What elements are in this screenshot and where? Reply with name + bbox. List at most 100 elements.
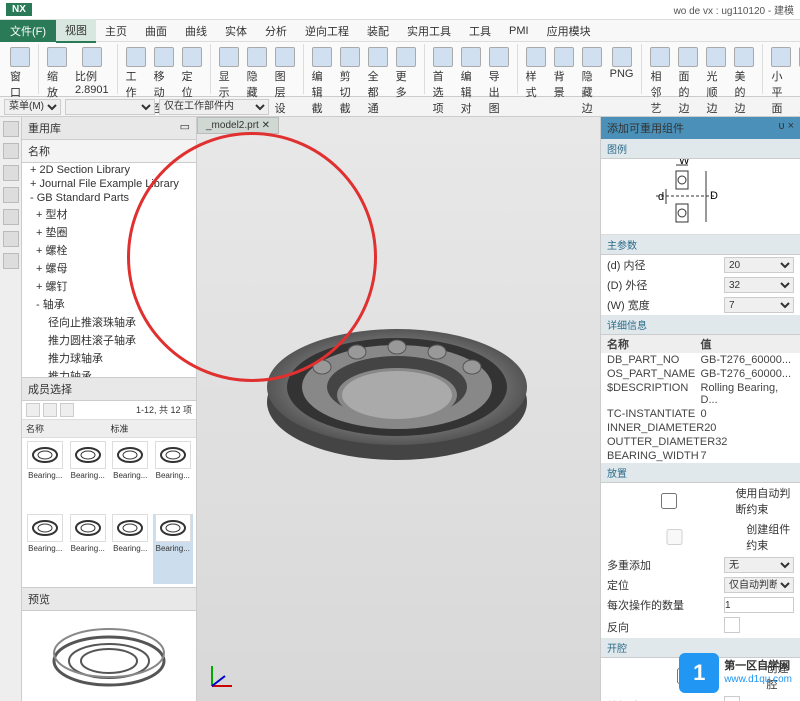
qicon-2[interactable] (56, 4, 68, 16)
member-item[interactable]: Bearing... (25, 441, 66, 512)
tree-item[interactable]: + 2D Section Library (22, 163, 196, 177)
menu-bar: 文件(F) 视图 主页 曲面 曲线 实体 分析 逆向工程 装配 实用工具 工具 … (0, 20, 800, 42)
ribbon-窗口[interactable]: 窗口 (8, 46, 32, 101)
rail-icon-7[interactable] (3, 253, 19, 269)
tab-home[interactable]: 主页 (96, 20, 136, 42)
ribbon-背景[interactable]: 背景 (552, 46, 576, 101)
library-tree[interactable]: + 2D Section Library+ Journal File Examp… (22, 163, 196, 378)
ribbon-隐藏边[interactable]: 隐藏边 (580, 46, 604, 117)
preview-header: 预览 (22, 587, 196, 611)
section-main-params[interactable]: 主参数 (601, 235, 800, 255)
member-item[interactable]: Bearing... (110, 514, 151, 585)
rail-icon-5[interactable] (3, 209, 19, 225)
panel-close-icon[interactable]: ▭ (180, 120, 190, 136)
tree-item[interactable]: 推力轴承 (22, 367, 196, 378)
menu-dropdown[interactable]: 菜单(M) (4, 99, 61, 115)
tab-reverse[interactable]: 逆向工程 (296, 20, 358, 42)
edit-cavity-button[interactable] (724, 696, 740, 701)
axis-triad-icon (207, 661, 237, 691)
rail-icon-3[interactable] (3, 165, 19, 181)
tree-item[interactable]: + 螺钉 (22, 277, 196, 295)
param-label: (W) 宽度 (607, 297, 724, 313)
ribbon-隐藏[interactable]: 隐藏 (245, 46, 269, 101)
multi-add-label: 多重添加 (607, 557, 724, 573)
detail-row: OS_PART_NAMEGB-T276_60000... (601, 367, 800, 381)
tree-item[interactable]: + Journal File Example Library (22, 177, 196, 191)
tab-view[interactable]: 视图 (56, 19, 96, 43)
members-toolbar: 1-12, 共 12 项 (22, 401, 196, 420)
member-item[interactable]: Bearing... (68, 441, 109, 512)
right-panel-header: 添加可重用组件 υ × (601, 117, 800, 139)
tab-util[interactable]: 实用工具 (398, 20, 460, 42)
locate-select[interactable]: 仅自动判断 (724, 577, 794, 593)
ribbon-更多[interactable]: 更多 (394, 46, 418, 101)
param-select[interactable]: 7 (724, 297, 794, 313)
detail-col-name: 名称 (607, 336, 701, 352)
ribbon-PNG[interactable]: PNG (608, 46, 636, 81)
locate-label: 定位 (607, 577, 724, 593)
rail-icon-4[interactable] (3, 187, 19, 203)
tree-item[interactable]: + 垫圈 (22, 223, 196, 241)
edit-cavity-label: 编辑腔 (607, 698, 724, 701)
members-icon-3[interactable] (60, 403, 74, 417)
section-placement[interactable]: 放置 (601, 463, 800, 483)
qicon-1[interactable] (40, 4, 52, 16)
tree-item[interactable]: - 轴承 (22, 295, 196, 313)
section-details[interactable]: 详细信息 (601, 315, 800, 335)
ribbon-光顺边[interactable]: 光顺边 (704, 46, 728, 117)
tab-assembly[interactable]: 装配 (358, 20, 398, 42)
tab-pmi[interactable]: PMI (500, 22, 538, 40)
members-header: 成员选择 (22, 378, 196, 401)
param-row: (W) 宽度7 (601, 295, 800, 315)
qicon-4[interactable] (88, 4, 100, 16)
param-select[interactable]: 32 (724, 277, 794, 293)
right-panel-controls[interactable]: υ × (779, 120, 795, 136)
preview-box (22, 611, 196, 701)
svg-text:W: W (679, 159, 690, 167)
tab-tools[interactable]: 工具 (460, 20, 500, 42)
rail-icon-1[interactable] (3, 121, 19, 137)
ribbon-样式[interactable]: 样式 (524, 46, 548, 101)
qicon-3[interactable] (72, 4, 84, 16)
ribbon-美的边[interactable]: 美的边 (732, 46, 756, 117)
rail-icon-2[interactable] (3, 143, 19, 159)
tab-surface[interactable]: 曲面 (136, 20, 176, 42)
viewport[interactable]: _model2.prt ✕ (197, 117, 600, 701)
members-icon-1[interactable] (26, 403, 40, 417)
ribbon-比例 2.8901[interactable]: 比例 2.8901 (73, 46, 111, 97)
tree-item[interactable]: 径向止推滚珠轴承 (22, 313, 196, 331)
tree-item[interactable]: 推力圆柱滚子轴承 (22, 331, 196, 349)
use-auto-checkbox[interactable] (607, 493, 731, 509)
tree-item[interactable]: + 螺栓 (22, 241, 196, 259)
ribbon-缩放[interactable]: 缩放 (45, 46, 69, 101)
reverse-label: 反向 (607, 619, 724, 635)
file-menu[interactable]: 文件(F) (0, 20, 56, 42)
tree-item[interactable]: + 型材 (22, 205, 196, 223)
tree-item[interactable]: - GB Standard Parts (22, 191, 196, 205)
member-item[interactable]: Bearing... (68, 514, 109, 585)
scope-filter[interactable]: 仅在工作部件内 (159, 99, 269, 115)
tree-item[interactable]: + 螺母 (22, 259, 196, 277)
member-item[interactable]: Bearing... (153, 441, 194, 512)
rail-icon-6[interactable] (3, 231, 19, 247)
param-select[interactable]: 20 (724, 257, 794, 273)
selection-filter[interactable] (65, 99, 155, 115)
ops-count-input[interactable] (724, 597, 794, 613)
members-icon-2[interactable] (43, 403, 57, 417)
ribbon-首选项[interactable]: 首选项 (431, 46, 455, 117)
member-item[interactable]: Bearing... (110, 441, 151, 512)
tab-curve[interactable]: 曲线 (176, 20, 216, 42)
member-item[interactable]: Bearing... (153, 514, 194, 585)
multi-add-select[interactable]: 无 (724, 557, 794, 573)
member-item[interactable]: Bearing... (25, 514, 66, 585)
tab-app[interactable]: 应用模块 (538, 20, 600, 42)
param-label: (D) 外径 (607, 277, 724, 293)
use-auto-row[interactable]: 使用自动判断约束 (601, 483, 800, 519)
tab-analysis[interactable]: 分析 (256, 20, 296, 42)
tree-item[interactable]: 推力球轴承 (22, 349, 196, 367)
tab-solid[interactable]: 实体 (216, 20, 256, 42)
reverse-button[interactable] (724, 617, 740, 633)
section-legend[interactable]: 图例 (601, 139, 800, 159)
locate-row: 定位仅自动判断 (601, 575, 800, 595)
ribbon-面的边[interactable]: 面的边 (676, 46, 700, 117)
